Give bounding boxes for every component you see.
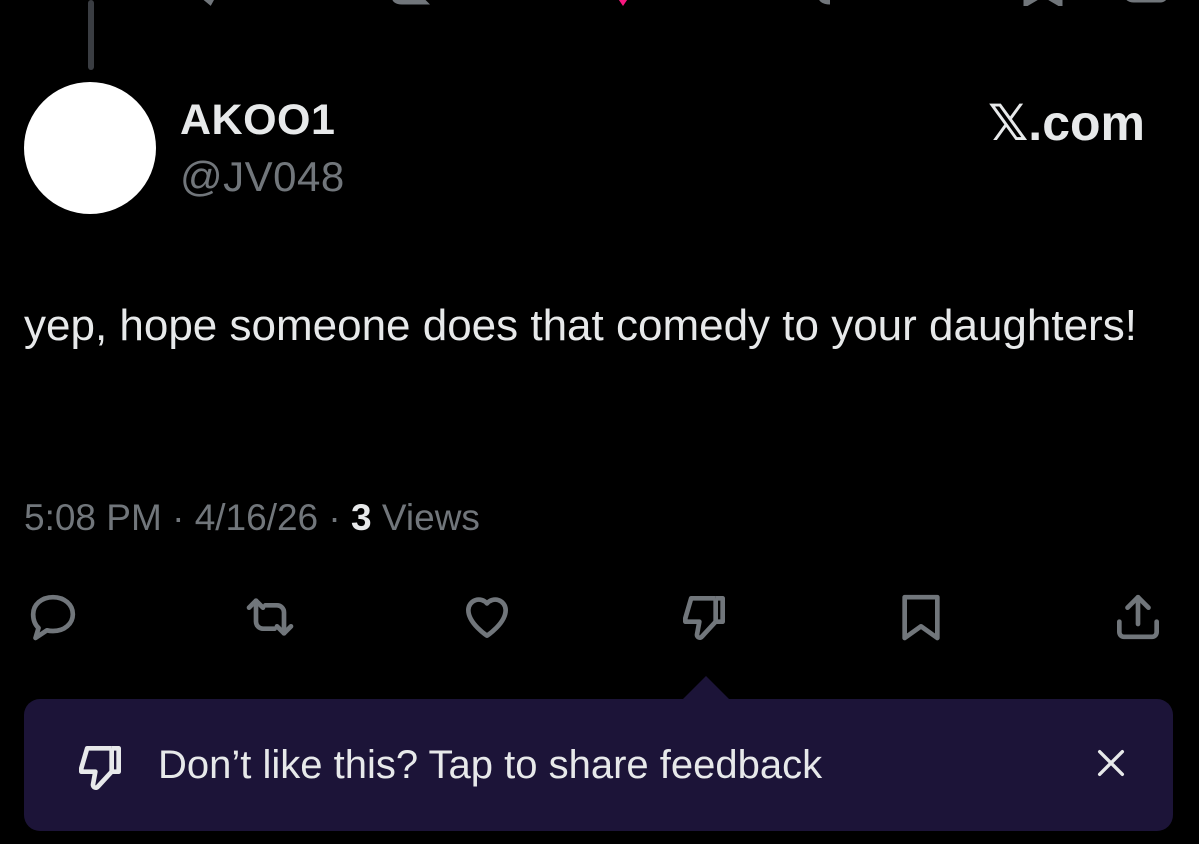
prev-repost-icon[interactable] <box>388 0 438 6</box>
tweet-action-bar <box>0 587 1199 647</box>
reply-button[interactable] <box>21 587 85 647</box>
feedback-toast-text[interactable]: Don’t like this? Tap to share feedback <box>158 743 822 788</box>
repost-arrows-icon <box>246 598 294 636</box>
repost-button[interactable] <box>238 587 302 647</box>
thumbs-down-icon <box>72 739 128 800</box>
feedback-toast[interactable]: Don’t like this? Tap to share feedback <box>24 699 1173 831</box>
heart-icon <box>466 597 508 638</box>
author-display-name[interactable]: AKOO1 <box>180 96 335 145</box>
prev-dislike-icon[interactable] <box>808 0 858 6</box>
tweet-meta: 5:08 PM · 4/16/26 · 3 Views <box>24 497 480 539</box>
share-upload-icon <box>1117 594 1159 640</box>
prev-bookmark-icon[interactable] <box>1018 0 1068 6</box>
tweet-time: 5:08 PM <box>24 497 162 538</box>
speech-bubble-icon <box>30 594 76 641</box>
thread-connector-line <box>88 0 94 70</box>
share-button[interactable] <box>1106 587 1170 647</box>
thumbs-down-icon <box>683 596 725 640</box>
close-icon[interactable] <box>1091 743 1131 783</box>
prev-like-heart-icon[interactable] <box>598 0 648 6</box>
avatar[interactable] <box>24 82 156 214</box>
dislike-button[interactable] <box>672 587 736 647</box>
meta-separator: · <box>161 497 195 538</box>
author-handle[interactable]: @JV048 <box>180 153 345 201</box>
bookmark-button[interactable] <box>889 587 953 647</box>
views-label[interactable]: Views <box>382 497 480 538</box>
prev-reply-icon[interactable] <box>180 0 230 6</box>
tweet-text: yep, hope someone does that comedy to yo… <box>24 301 1137 350</box>
prev-share-icon[interactable] <box>1120 0 1170 6</box>
toast-pointer <box>682 676 730 700</box>
bookmark-icon <box>902 594 940 641</box>
tweet-date: 4/16/26 <box>194 497 319 538</box>
like-button[interactable] <box>455 587 519 647</box>
x-com-brand-logo: 𝕏.com <box>988 95 1145 151</box>
meta-separator: · <box>318 497 352 538</box>
views-count[interactable]: 3 <box>351 497 372 538</box>
